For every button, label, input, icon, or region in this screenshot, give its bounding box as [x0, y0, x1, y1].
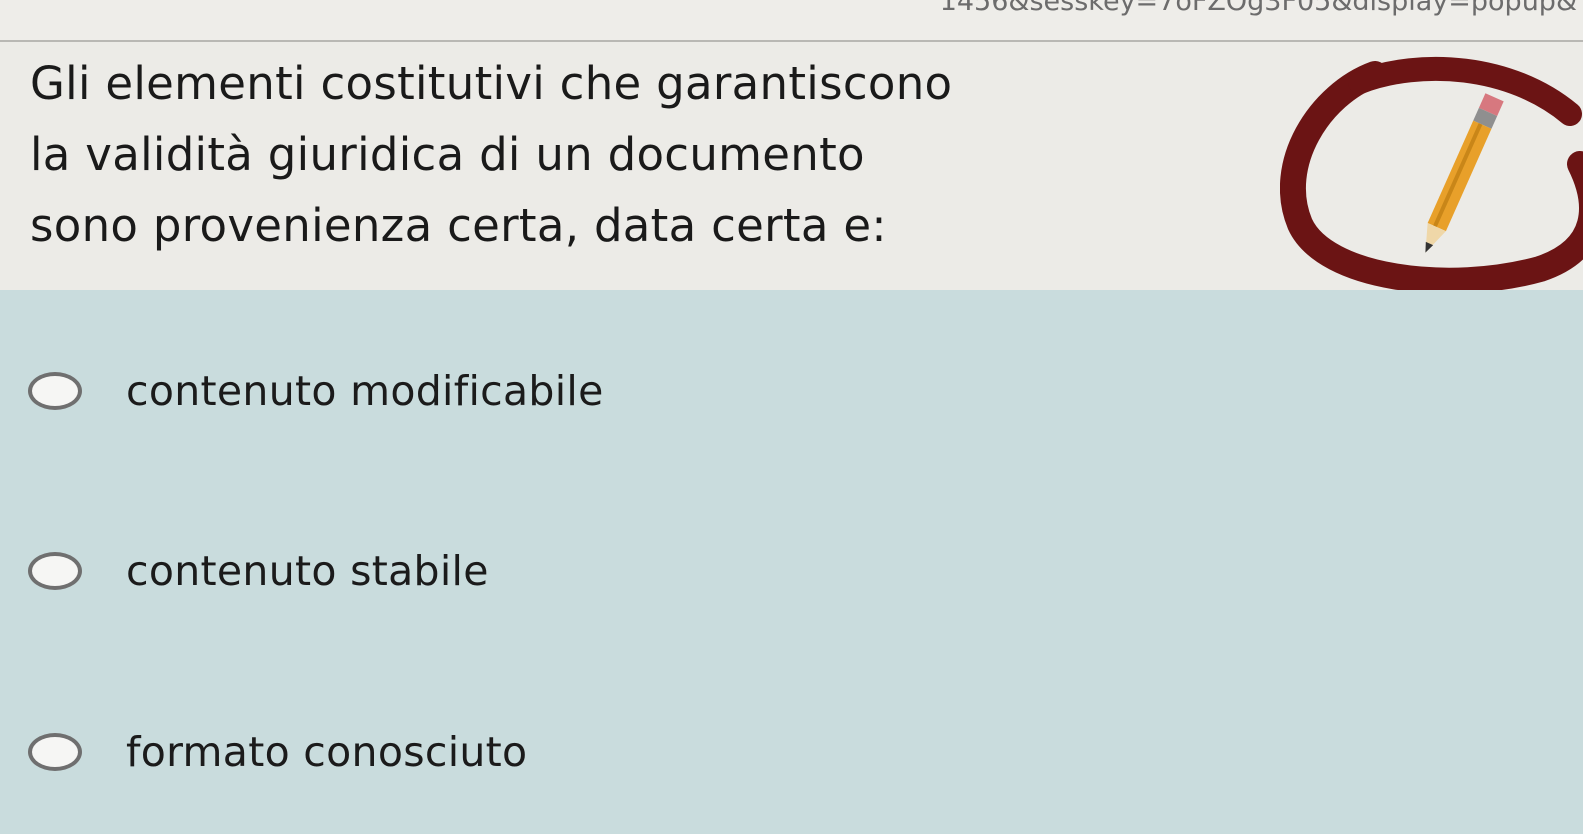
- answer-option-1[interactable]: contenuto modificabile: [28, 361, 604, 421]
- answers-panel: contenuto modificabile contenuto stabile…: [0, 290, 1583, 834]
- quiz-page: 1456&sesskey=7oFZOg3F05&display=popup& G…: [0, 0, 1583, 834]
- question-line-1: Gli elementi costitutivi che garantiscon…: [30, 57, 953, 110]
- question-area: Gli elementi costitutivi che garantiscon…: [0, 42, 1583, 297]
- answer-label: contenuto stabile: [126, 547, 489, 595]
- radio-button[interactable]: [28, 552, 82, 590]
- pencil-icon: [1279, 54, 1583, 304]
- radio-button[interactable]: [28, 372, 82, 410]
- browser-address-bar[interactable]: 1456&sesskey=7oFZOg3F05&display=popup&: [0, 0, 1583, 42]
- question-line-3: sono provenienza certa, data certa e:: [30, 199, 887, 252]
- question-line-2: la validità giuridica di un documento: [30, 128, 865, 181]
- answer-option-3[interactable]: formato conosciuto: [28, 722, 527, 782]
- question-text: Gli elementi costitutivi che garantiscon…: [30, 48, 1270, 261]
- answer-label: contenuto modificabile: [126, 367, 604, 415]
- url-text: 1456&sesskey=7oFZOg3F05&display=popup&: [939, 0, 1577, 17]
- radio-button[interactable]: [28, 733, 82, 771]
- answer-option-2[interactable]: contenuto stabile: [28, 541, 489, 601]
- answer-label: formato conosciuto: [126, 728, 528, 776]
